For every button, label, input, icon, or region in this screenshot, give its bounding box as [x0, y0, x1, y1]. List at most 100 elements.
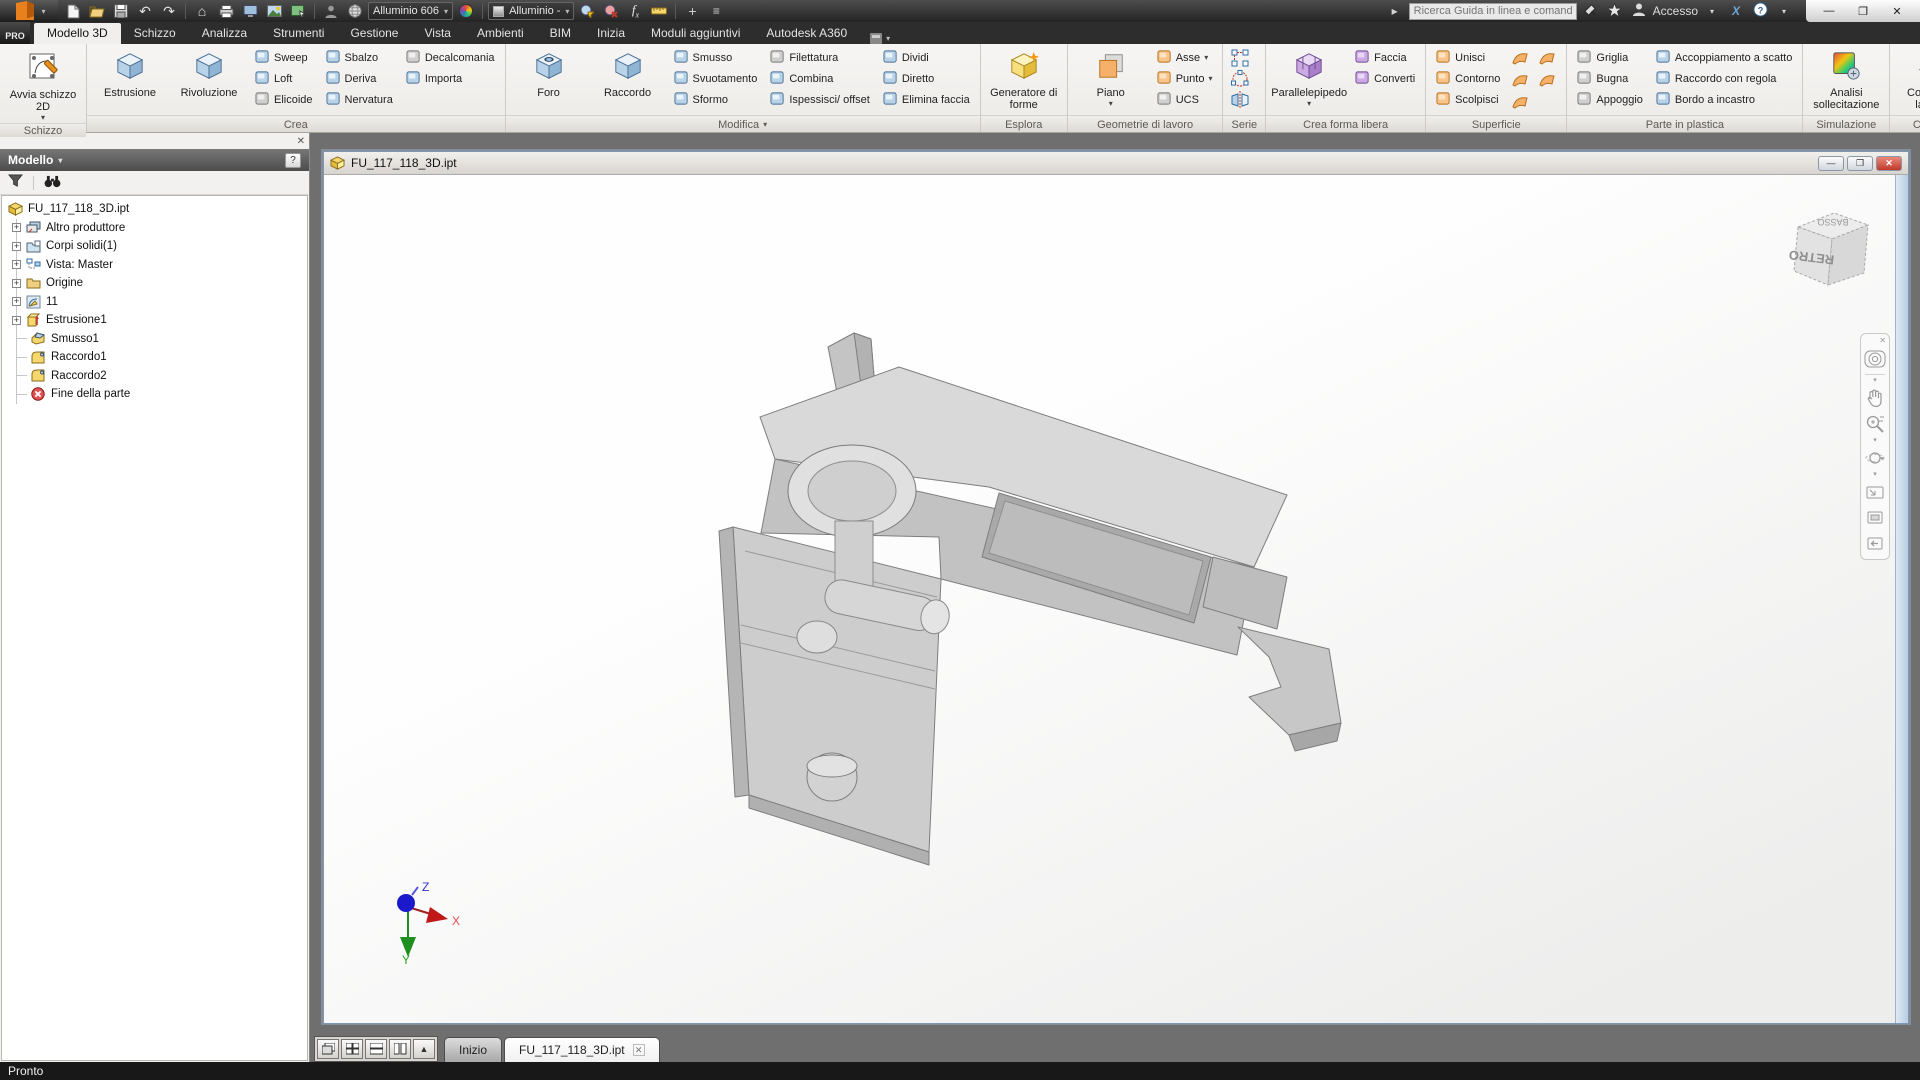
raccordo-button[interactable]: Raccordo — [590, 47, 666, 113]
material-combo-arrow[interactable]: ▾ — [444, 7, 448, 16]
tree-item-raccordo1[interactable]: Raccordo1 — [2, 348, 307, 367]
open-icon[interactable] — [86, 1, 108, 21]
tree-expander[interactable]: + — [12, 316, 21, 325]
search-expand-icon[interactable]: ▸ — [1385, 4, 1405, 18]
tree-item-smusso1[interactable]: Smusso1 — [2, 330, 307, 349]
zoom-button[interactable] — [1863, 412, 1887, 436]
sostituisci-button[interactable] — [1535, 69, 1559, 90]
account-label[interactable]: Accesso — [1653, 4, 1698, 18]
accoppiamento-a-scatto-button[interactable]: Accoppiamento a scatto — [1651, 47, 1797, 68]
tree-item-11[interactable]: +11 — [2, 293, 307, 312]
undo-icon[interactable]: ↶ — [134, 1, 156, 21]
navbar-close-icon[interactable]: ✕ — [1879, 336, 1886, 345]
parallelepipedo-button[interactable]: Parallelepipedo▾ — [1271, 47, 1347, 113]
screen-capture-icon[interactable] — [287, 1, 309, 21]
measure-icon[interactable] — [648, 1, 670, 21]
appearance-combo[interactable]: Alluminio -▾ — [488, 2, 574, 20]
close-button[interactable]: ✕ — [1880, 2, 1914, 20]
navbar-item-arrow[interactable]: ▾ — [1873, 378, 1877, 384]
browser-help-icon[interactable]: ? — [285, 153, 301, 168]
diretto-button[interactable]: Diretto — [878, 68, 975, 89]
panel-modifica-arrow[interactable]: ▾ — [763, 120, 767, 129]
restore-button[interactable]: ❐ — [1846, 2, 1880, 20]
deriva-button[interactable]: Deriva — [321, 68, 398, 89]
punto-button[interactable]: Punto▾ — [1152, 68, 1218, 89]
tree-item-corpi-solidi-1[interactable]: +Corpi solidi(1) — [2, 237, 307, 256]
tree-item-raccordo2[interactable]: Raccordo2 — [2, 367, 307, 386]
favorites-star-icon[interactable] — [1605, 3, 1625, 20]
viewport-scrollbar[interactable] — [1895, 175, 1908, 1023]
tree-expander[interactable]: + — [12, 242, 21, 251]
collapse-strip-icon[interactable]: ▲ — [413, 1039, 435, 1059]
combina-button[interactable]: Combina — [765, 68, 875, 89]
material-combo[interactable]: Alluminio 606▾ — [368, 2, 453, 20]
tile-vertical-icon[interactable] — [389, 1039, 411, 1059]
part-3d-model[interactable] — [689, 325, 1369, 905]
tree-expander[interactable]: + — [12, 297, 21, 306]
parallelepipedo-arrow[interactable]: ▾ — [1307, 99, 1311, 108]
inventor-logo[interactable]: ▾ — [0, 0, 58, 22]
save-icon[interactable] — [110, 1, 132, 21]
tree-item-origine[interactable]: +Origine — [2, 274, 307, 293]
sformo-button[interactable]: Sformo — [669, 89, 763, 110]
rivoluzione-button[interactable]: Rivoluzione — [171, 47, 247, 113]
tree-item-vista-master[interactable]: +Vista: Master — [2, 256, 307, 275]
tile-windows-icon[interactable] — [341, 1039, 363, 1059]
asse-button[interactable]: Asse▾ — [1152, 47, 1218, 68]
tab-autodesk-a360[interactable]: Autodesk A360 — [753, 23, 860, 44]
elicoide-button[interactable]: Elicoide — [250, 89, 318, 110]
tab-ambienti[interactable]: Ambienti — [464, 23, 537, 44]
tab-schizzo[interactable]: Schizzo — [121, 23, 189, 44]
specchio-button[interactable] — [1228, 89, 1252, 110]
browser-title-arrow[interactable]: ▾ — [58, 156, 62, 165]
previous-view-button[interactable] — [1863, 532, 1887, 556]
bordo-a-incastro-button[interactable]: Bordo a incastro — [1651, 89, 1797, 110]
document-title-bar[interactable]: FU_117_118_3D.ipt — ❐ ✕ — [324, 152, 1908, 175]
minimize-button[interactable]: — — [1812, 2, 1846, 20]
logo-dropdown-arrow[interactable]: ▾ — [41, 7, 45, 16]
unisci-button[interactable]: Unisci — [1431, 47, 1505, 68]
svuotamento-button[interactable]: Svuotamento — [669, 68, 763, 89]
tab-bim[interactable]: BIM — [537, 23, 584, 44]
tab-document[interactable]: FU_117_118_3D.ipt ✕ — [504, 1037, 660, 1062]
account-dropdown-arrow[interactable]: ▾ — [1702, 7, 1722, 16]
appearance-combo-arrow[interactable]: ▾ — [565, 7, 569, 16]
serie-rettangolare-button[interactable] — [1228, 47, 1252, 68]
importa-button[interactable]: Importa — [401, 68, 500, 89]
navbar-item-arrow[interactable]: ▾ — [1873, 472, 1877, 478]
render-icon[interactable] — [263, 1, 285, 21]
smusso-button[interactable]: Smusso — [669, 47, 763, 68]
tree-item-altro-produttore[interactable]: +Altro produttore — [2, 219, 307, 238]
browser-header[interactable]: Modello ▾ ? — [0, 149, 309, 171]
tile-horizontal-icon[interactable] — [365, 1039, 387, 1059]
piano-button[interactable]: Piano▾ — [1073, 47, 1149, 113]
contorno-button[interactable]: Contorno — [1431, 68, 1505, 89]
tutorials-icon[interactable] — [239, 1, 261, 21]
converti-in-lamiera-button[interactable]: Converti in lamiera — [1895, 47, 1920, 113]
user-account-icon[interactable] — [1629, 3, 1649, 19]
navbar-item-arrow[interactable]: ▾ — [1873, 438, 1877, 444]
converti-button[interactable]: Converti — [1350, 68, 1420, 89]
tab-strumenti[interactable]: Strumenti — [260, 23, 337, 44]
tab-vista[interactable]: Vista — [411, 23, 463, 44]
steering-wheel-button[interactable] — [1863, 347, 1887, 371]
redo-icon[interactable]: ↷ — [158, 1, 180, 21]
pan-hand-button[interactable] — [1863, 386, 1887, 410]
viewcube-top-label[interactable]: BASSO — [1817, 217, 1848, 227]
tree-expander[interactable]: + — [12, 223, 21, 232]
tab-close-icon[interactable]: ✕ — [633, 1044, 645, 1056]
viewcube[interactable]: BASSO RETRO — [1784, 197, 1876, 293]
help-icon[interactable]: ? — [1750, 2, 1770, 20]
bugna-button[interactable]: Bugna — [1572, 68, 1648, 89]
parameters-fx-icon[interactable]: fx — [624, 1, 646, 21]
dividi-button[interactable]: Dividi — [878, 47, 975, 68]
user-icon[interactable] — [320, 1, 342, 21]
avvia-schizzo-2d-button[interactable]: Avvia schizzo 2D▾ — [5, 47, 81, 123]
plus-icon[interactable]: + — [681, 1, 703, 21]
clear-appearance-icon[interactable] — [600, 1, 622, 21]
viewport-3d[interactable]: BASSO RETRO ✕ ▾▾▾ Z X Y — [324, 175, 1908, 1023]
tab-gestione[interactable]: Gestione — [337, 23, 411, 44]
look-at-button[interactable] — [1863, 480, 1887, 504]
exchange-apps-icon[interactable]: X — [1726, 4, 1746, 18]
griglia-button[interactable]: Griglia — [1572, 47, 1648, 68]
